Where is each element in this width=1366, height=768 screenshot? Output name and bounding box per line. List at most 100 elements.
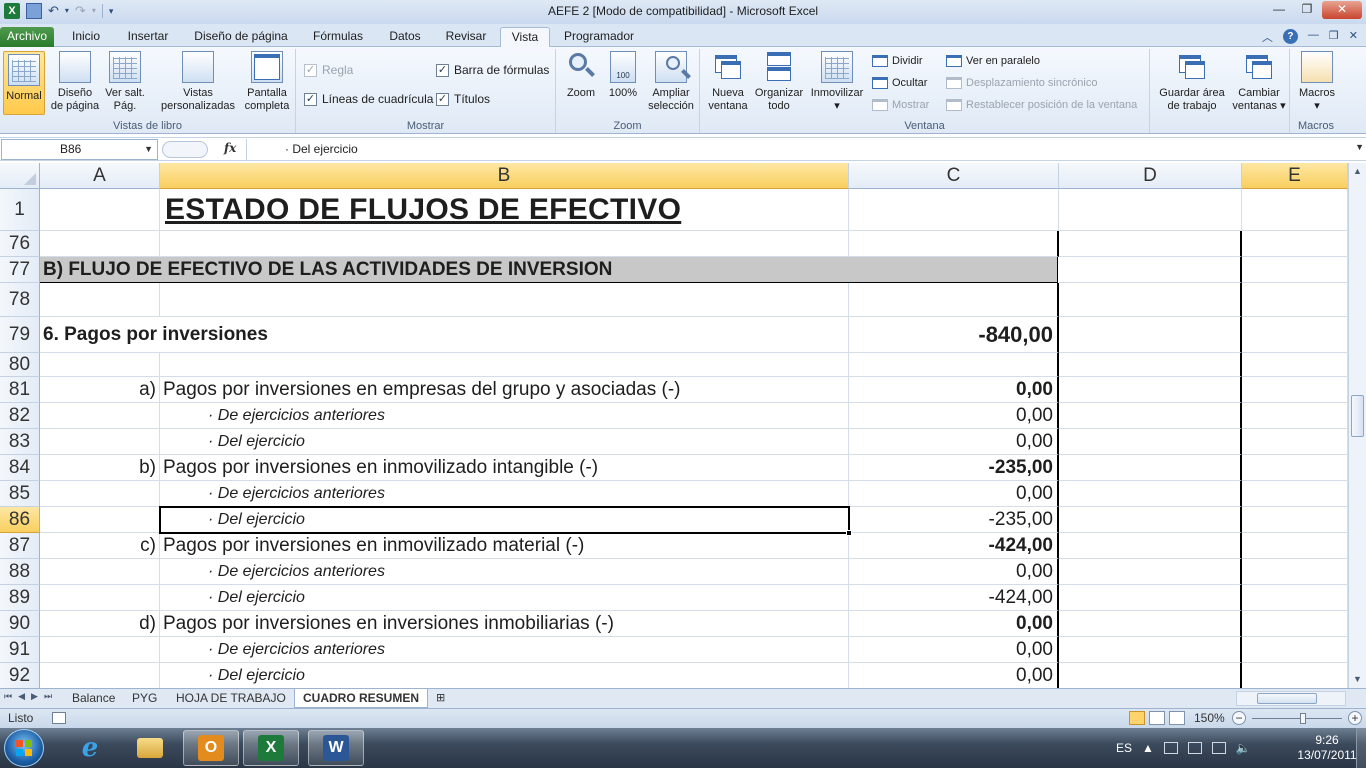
cell-e82[interactable]: [1242, 403, 1348, 429]
cell-d79[interactable]: [1059, 317, 1242, 353]
cell-c81-value[interactable]: 0,00: [849, 377, 1059, 403]
restore-icon[interactable]: ❐: [1294, 1, 1320, 19]
insert-sheet-icon[interactable]: ⊞: [428, 689, 453, 708]
cell-b86-sub-selected[interactable]: · Del ejercicio: [160, 507, 849, 533]
zoom-out-icon[interactable]: −: [1232, 711, 1246, 725]
insert-function-icon[interactable]: fx: [224, 141, 236, 155]
prev-sheet-icon[interactable]: ◀: [18, 691, 25, 702]
row-header[interactable]: 79: [0, 317, 40, 353]
usb-icon[interactable]: [1187, 742, 1202, 754]
column-header-d[interactable]: D: [1059, 163, 1242, 189]
taskbar-ie[interactable]: e: [62, 730, 118, 766]
cell-d91[interactable]: [1059, 637, 1242, 663]
cell-c84-value[interactable]: -235,00: [849, 455, 1059, 481]
horizontal-scrollbar[interactable]: [1236, 691, 1346, 706]
cell-e87[interactable]: [1242, 533, 1348, 559]
cell-d92[interactable]: [1059, 663, 1242, 688]
cell-b82-sub[interactable]: · De ejercicios anteriores: [160, 403, 849, 429]
cell-a88[interactable]: [40, 559, 160, 585]
formula-bar-checkbox[interactable]: ✓ Barra de fórmulas: [436, 63, 549, 77]
row-header[interactable]: 1: [0, 189, 40, 231]
cell-c86-value[interactable]: -235,00: [849, 507, 1059, 533]
zoom-to-selection-button[interactable]: Ampliar selección: [644, 51, 698, 113]
cell-c92-value[interactable]: 0,00: [849, 663, 1059, 688]
cell-e91[interactable]: [1242, 637, 1348, 663]
cell-b90-text[interactable]: Pagos por inversiones en inversiones inm…: [160, 611, 849, 637]
cell-b89-sub[interactable]: · Del ejercicio: [160, 585, 849, 611]
freeze-panes-button[interactable]: Inmovilizar ▾: [808, 51, 866, 113]
zoom-button[interactable]: Zoom: [562, 51, 600, 100]
formula-input[interactable]: · Del ejercicio: [246, 139, 1350, 160]
full-screen-button[interactable]: Pantalla completa: [240, 51, 294, 113]
name-box-dropdown-icon[interactable]: ▼: [144, 140, 153, 159]
vertical-scroll-thumb[interactable]: [1351, 395, 1364, 437]
cell-e80[interactable]: [1242, 353, 1348, 377]
tab-insertar[interactable]: Insertar: [118, 27, 178, 47]
cell-d82[interactable]: [1059, 403, 1242, 429]
cell-a80[interactable]: [40, 353, 160, 377]
cell-e92[interactable]: [1242, 663, 1348, 688]
row-header[interactable]: 78: [0, 283, 40, 317]
cell-e85[interactable]: [1242, 481, 1348, 507]
select-all-corner[interactable]: [0, 163, 40, 189]
sheet-tab-hoja-trabajo[interactable]: HOJA DE TRABAJO: [168, 689, 294, 708]
cell-b84-text[interactable]: Pagos por inversiones en inmovilizado in…: [160, 455, 849, 481]
cell-e84[interactable]: [1242, 455, 1348, 481]
start-button[interactable]: [4, 729, 44, 767]
cell-c87-value[interactable]: -424,00: [849, 533, 1059, 559]
cell-c78[interactable]: [849, 283, 1059, 317]
sheet-tab-cuadro-resumen[interactable]: CUADRO RESUMEN: [294, 689, 429, 708]
name-box[interactable]: B86 ▼: [1, 139, 158, 160]
tab-archivo[interactable]: Archivo: [0, 27, 54, 47]
cell-e76[interactable]: [1242, 231, 1348, 257]
last-sheet-icon[interactable]: ⏭: [44, 691, 52, 702]
cell-b91-sub[interactable]: · De ejercicios anteriores: [160, 637, 849, 663]
cell-d84[interactable]: [1059, 455, 1242, 481]
reset-window-position-button[interactable]: Restablecer posición de la ventana: [946, 99, 1137, 111]
row-header[interactable]: 91: [0, 637, 40, 663]
doc-close-icon[interactable]: ✕: [1349, 29, 1358, 45]
zoom-slider[interactable]: − +: [1232, 711, 1362, 727]
column-header-b[interactable]: B: [160, 163, 849, 189]
cell-e81[interactable]: [1242, 377, 1348, 403]
scroll-down-icon[interactable]: ▼: [1349, 671, 1366, 688]
normal-view-button[interactable]: Normal: [3, 51, 45, 115]
view-side-by-side-button[interactable]: Ver en paralelo: [946, 55, 1040, 67]
tab-programador[interactable]: Programador: [558, 27, 640, 47]
column-header-a[interactable]: A: [40, 163, 160, 189]
macros-button[interactable]: Macros ▾: [1296, 51, 1338, 113]
ruler-checkbox[interactable]: ✓ Regla: [304, 63, 353, 77]
cell-a76[interactable]: [40, 231, 160, 257]
cell-c82-value[interactable]: 0,00: [849, 403, 1059, 429]
tab-revisar[interactable]: Revisar: [438, 27, 494, 47]
scroll-up-icon[interactable]: ▲: [1349, 163, 1366, 180]
cell-a83[interactable]: [40, 429, 160, 455]
page-layout-view-icon[interactable]: [1149, 711, 1165, 725]
macro-record-icon[interactable]: [52, 712, 66, 724]
column-header-e[interactable]: E: [1242, 163, 1348, 189]
cell-d88[interactable]: [1059, 559, 1242, 585]
cell-a85[interactable]: [40, 481, 160, 507]
cell-c83-value[interactable]: 0,00: [849, 429, 1059, 455]
zoom-level[interactable]: 150%: [1194, 711, 1225, 725]
cell-a1[interactable]: [40, 189, 160, 231]
cell-d89[interactable]: [1059, 585, 1242, 611]
cell-c1[interactable]: [849, 189, 1059, 231]
close-icon[interactable]: ✕: [1322, 1, 1362, 19]
volume-icon[interactable]: 🔈: [1236, 741, 1251, 755]
cell-b87-text[interactable]: Pagos por inversiones en inmovilizado ma…: [160, 533, 849, 559]
split-button[interactable]: Dividir: [872, 55, 923, 67]
collapse-ribbon-icon[interactable]: ︿: [1262, 29, 1273, 45]
taskbar-excel[interactable]: X: [243, 730, 299, 766]
normal-view-icon[interactable]: [1129, 711, 1145, 725]
cell-e78[interactable]: [1242, 283, 1348, 317]
cell-d85[interactable]: [1059, 481, 1242, 507]
cell-d1[interactable]: [1059, 189, 1242, 231]
cell-a91[interactable]: [40, 637, 160, 663]
zoom-in-icon[interactable]: +: [1348, 711, 1362, 725]
cell-a81-label[interactable]: a): [40, 377, 160, 403]
save-workspace-button[interactable]: Guardar área de trabajo: [1156, 51, 1228, 113]
zoom-100-button[interactable]: 100 100%: [604, 51, 642, 100]
row-header[interactable]: 83: [0, 429, 40, 455]
network-icon[interactable]: [1211, 742, 1226, 754]
